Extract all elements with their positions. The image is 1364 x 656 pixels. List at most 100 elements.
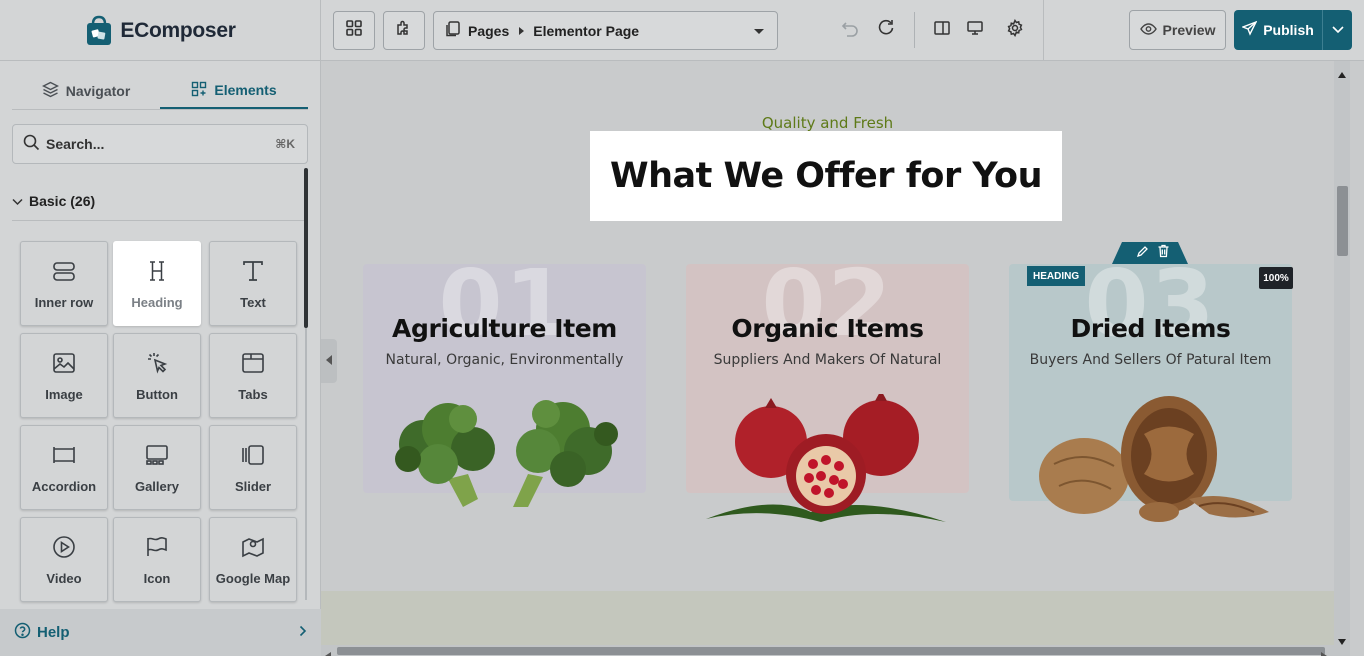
dashboard-button[interactable] (333, 11, 375, 50)
broccoli-image (378, 389, 648, 519)
image-icon (51, 350, 77, 379)
ecomposer-logo-icon (84, 15, 114, 47)
horizontal-scroll-thumb[interactable] (337, 647, 1325, 655)
element-video[interactable]: Video (20, 517, 108, 602)
offer-card-organic[interactable]: 02 Organic Items Suppliers And Makers Of… (686, 250, 969, 522)
section-eyebrow: Quality and Fresh (761, 114, 894, 132)
caret-left-icon (326, 352, 332, 370)
chevron-down-icon (753, 23, 765, 39)
chevron-down-icon (1331, 21, 1344, 39)
inner-row-icon (51, 258, 77, 287)
search-icon (23, 134, 40, 154)
desktop-icon (966, 19, 984, 42)
next-section-placeholder[interactable] (321, 591, 1334, 645)
toolbar-divider (914, 12, 915, 48)
element-label: Gallery (134, 478, 180, 494)
scroll-right-icon[interactable] (1321, 647, 1327, 656)
card-title: Organic Items (731, 314, 924, 343)
page-file-icon (446, 21, 460, 40)
element-button[interactable]: Button (113, 333, 201, 418)
element-slider[interactable]: Slider (209, 425, 297, 510)
vertical-scroll-thumb[interactable] (1337, 186, 1348, 256)
basic-section-toggle[interactable]: Basic (26) (12, 181, 304, 221)
element-tabs[interactable]: Tabs (209, 333, 297, 418)
undo-icon (841, 19, 859, 42)
chevron-down-icon (12, 193, 23, 209)
tab-navigator[interactable]: Navigator (12, 73, 160, 109)
selected-element-badge: HEADING (1027, 266, 1086, 286)
offer-card-dried[interactable]: 03 Dried Items Buyers And Sellers Of Pat… (1009, 250, 1292, 522)
device-view-button[interactable] (963, 18, 987, 42)
preview-button[interactable]: Preview (1129, 10, 1226, 50)
sidebar-scrollbar[interactable] (304, 168, 308, 328)
scroll-left-icon[interactable] (325, 647, 331, 656)
page-selector[interactable]: Pages Elementor Page (433, 11, 778, 50)
card-title: Dried Items (1070, 314, 1231, 343)
publish-label: Publish (1263, 22, 1314, 38)
grid-icon (345, 19, 363, 42)
card-subtitle: Natural, Organic, Environmentally (385, 352, 624, 368)
zoom-badge: 100% (1259, 267, 1293, 289)
elements-sidebar: Navigator Elements ⌘K Basic (26) Inner r… (0, 61, 321, 656)
selected-heading-element[interactable]: What We Offer for You (590, 131, 1062, 221)
search-shortcut: ⌘K (275, 137, 295, 151)
editor-canvas[interactable]: Quality and Fresh What We Offer for You … (321, 61, 1364, 656)
send-icon (1241, 20, 1258, 39)
basic-section-label: Basic (26) (29, 192, 96, 209)
scroll-up-icon[interactable] (1338, 65, 1346, 83)
help-link[interactable]: Help (0, 609, 321, 656)
element-gallery[interactable]: Gallery (113, 425, 201, 510)
element-search[interactable]: ⌘K (12, 124, 308, 164)
element-label: Button (136, 386, 178, 402)
element-label: Heading (131, 294, 183, 310)
element-label: Video (46, 570, 82, 586)
help-label: Help (37, 624, 70, 641)
offer-card-agriculture[interactable]: 01 Agriculture Item Natural, Organic, En… (363, 250, 646, 507)
tab-navigator-label: Navigator (65, 83, 131, 99)
redo-button[interactable] (874, 18, 898, 42)
breadcrumb-root: Pages (468, 22, 510, 39)
layers-icon (41, 81, 59, 101)
publish-button[interactable]: Publish (1234, 10, 1322, 50)
element-image[interactable]: Image (20, 333, 108, 418)
play-circle-icon (51, 534, 77, 563)
split-panel-icon (933, 19, 951, 42)
element-label: Accordion (31, 478, 97, 494)
card-subtitle: Buyers And Sellers Of Patural Item (1029, 352, 1272, 368)
element-label: Icon (143, 570, 171, 586)
canvas-vertical-scrollbar[interactable] (1334, 61, 1350, 646)
publish-options-button[interactable] (1322, 10, 1352, 50)
tab-elements[interactable]: Elements (160, 73, 308, 109)
sidebar-scrolltrack (305, 328, 307, 600)
redo-icon (877, 19, 895, 42)
element-label: Slider (234, 478, 272, 494)
walnut-image (1029, 394, 1299, 524)
undo-button[interactable] (838, 18, 862, 42)
element-heading[interactable]: Heading (113, 241, 201, 326)
element-inner-row[interactable]: Inner row (20, 241, 108, 326)
top-toolbar: EComposer Pages Elementor Page Preview P… (0, 0, 1364, 61)
app-logo: EComposer (0, 0, 321, 61)
map-icon (240, 534, 266, 563)
element-icon[interactable]: Icon (113, 517, 201, 602)
element-label: Inner row (34, 294, 94, 310)
collapse-sidebar-button[interactable] (321, 339, 337, 383)
settings-button[interactable] (1003, 18, 1027, 42)
element-accordion[interactable]: Accordion (20, 425, 108, 510)
cursor-click-icon (144, 350, 170, 379)
element-text[interactable]: Text (209, 241, 297, 326)
tab-elements-label: Elements (214, 82, 277, 98)
canvas-horizontal-scrollbar[interactable] (321, 645, 1350, 656)
app-name: EComposer (120, 18, 236, 42)
toolbar-divider (1043, 0, 1044, 61)
extensions-button[interactable] (383, 11, 425, 50)
element-label: Google Map (215, 570, 291, 586)
search-input[interactable] (46, 136, 246, 152)
gallery-icon (144, 442, 170, 471)
accordion-icon (51, 442, 77, 471)
element-google-map[interactable]: Google Map (209, 517, 297, 602)
puzzle-icon (395, 19, 413, 42)
toggle-panel-button[interactable] (930, 18, 954, 42)
text-icon (240, 258, 266, 287)
card-title: Agriculture Item (392, 314, 617, 343)
